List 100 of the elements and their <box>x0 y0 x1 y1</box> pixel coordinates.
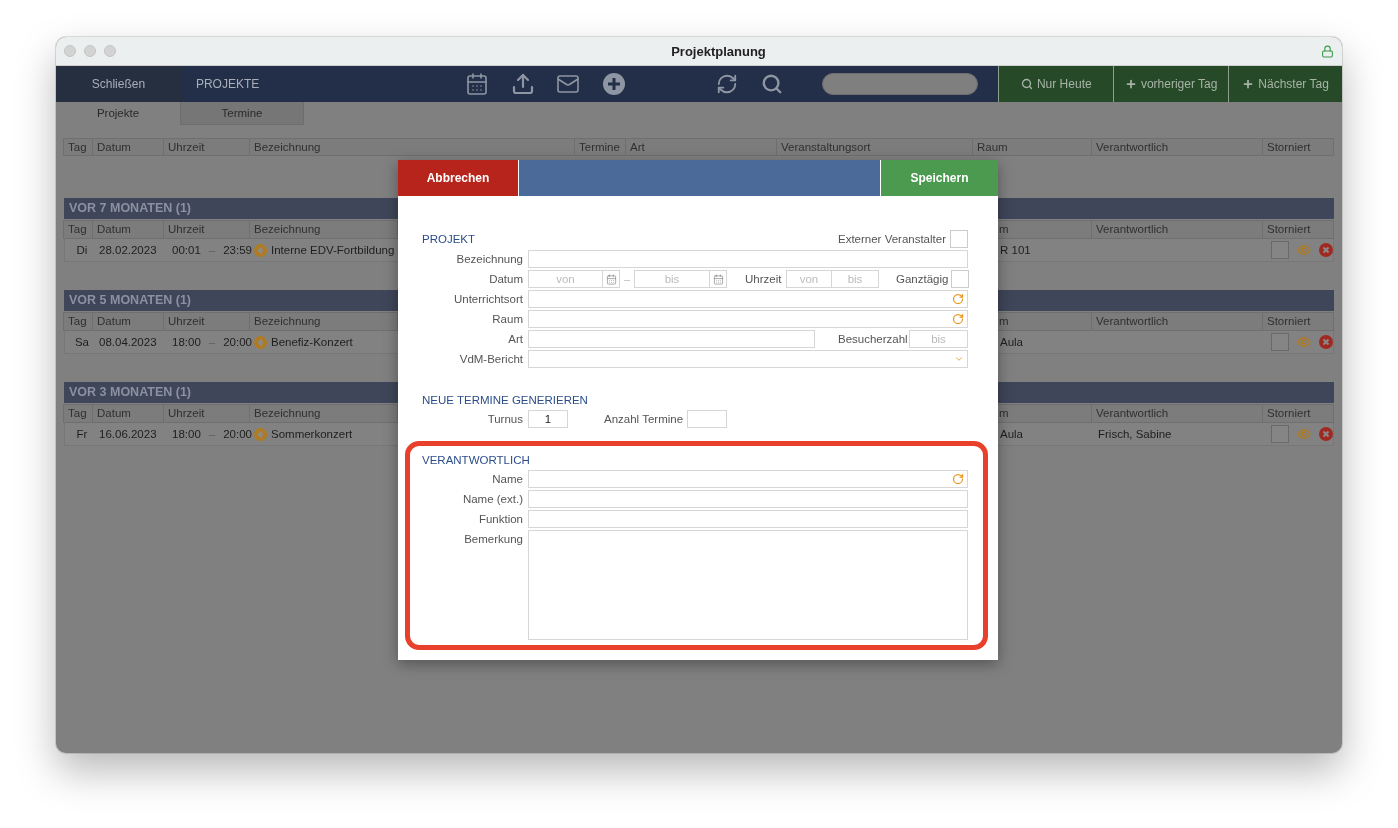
close-button[interactable]: Schließen <box>56 66 181 102</box>
interval-field[interactable]: 1 <box>528 410 568 428</box>
column-header: Bezeichnung <box>249 220 398 239</box>
calendar-button[interactable] <box>710 270 727 288</box>
calendar-icon <box>712 273 724 285</box>
field-label: Uhrzeit <box>745 273 783 285</box>
number-field[interactable]: bis <box>909 330 968 348</box>
column-header: Uhrzeit <box>163 312 250 331</box>
search-field[interactable] <box>822 73 979 95</box>
time-text: 18:00 <box>172 335 201 350</box>
day-button[interactable]: Nur Heute <box>998 66 1114 102</box>
column-header: Uhrzeit <box>163 138 250 156</box>
table-cell-text: 28.02.2023 <box>98 243 158 258</box>
minimize-button[interactable] <box>84 45 96 57</box>
field-label: VdM-Bericht <box>458 352 523 367</box>
arrow-left-icon <box>254 243 267 257</box>
save-button[interactable]: Speichern <box>881 160 998 196</box>
column-header: Veranstaltungsort <box>776 138 973 156</box>
column-header: Datum <box>92 312 164 331</box>
search-icon <box>761 73 784 95</box>
column-header: Termine <box>574 138 626 156</box>
lookup-field[interactable] <box>528 290 968 308</box>
cancel-button[interactable]: Abbrechen <box>398 160 518 196</box>
lookup-field[interactable] <box>528 310 968 328</box>
refresh-icon <box>952 473 964 485</box>
column-header: Verantwortlich <box>1091 312 1263 331</box>
text-area[interactable] <box>528 530 968 640</box>
time-field[interactable]: bis <box>832 270 879 288</box>
text-field[interactable] <box>528 510 968 528</box>
section-title: PROJEKTE <box>194 77 261 91</box>
delete-icon[interactable] <box>1319 427 1333 441</box>
column-header: Tag <box>63 138 93 156</box>
table-cell-text: Fr <box>75 427 89 442</box>
checkbox[interactable] <box>1271 241 1289 259</box>
column-header: Tag <box>63 404 93 423</box>
table-cell-text: Sa <box>73 335 91 350</box>
lookup-field[interactable] <box>528 470 968 488</box>
time-field[interactable]: von <box>786 270 832 288</box>
table-cell-text: Aula <box>1000 427 1024 442</box>
field-label: Bemerkung <box>463 532 523 547</box>
column-header: Tag <box>63 220 93 239</box>
arrow-left-icon <box>254 335 267 349</box>
separator: – <box>622 273 632 285</box>
text-field[interactable] <box>528 330 815 348</box>
delete-icon[interactable] <box>1319 243 1333 257</box>
zoom-button[interactable] <box>104 45 116 57</box>
time-text: 20:00 <box>223 427 252 442</box>
section-title: NEUE TERMINE GENERIEREN <box>422 393 588 406</box>
field-label: Art <box>507 332 523 347</box>
column-header: Bezeichnung <box>249 312 398 331</box>
field-label: Unterrichtsort <box>452 292 523 307</box>
date-field[interactable]: von <box>528 270 603 288</box>
sync-icon <box>716 73 739 95</box>
separator: – <box>207 243 217 258</box>
field-label: Anzahl Termine <box>604 413 685 425</box>
section-title: VERANTWORTLICH <box>422 453 530 466</box>
tab[interactable]: Termine <box>180 102 304 125</box>
column-header: Bezeichnung <box>249 138 575 156</box>
column-header: Verantwortlich <box>1091 404 1263 423</box>
table-cell-text: 08.04.2023 <box>98 335 158 350</box>
table-cell-text: Aula <box>1000 335 1024 350</box>
field-label: Besucherzahl <box>838 333 909 345</box>
column-header: Storniert <box>1262 312 1334 331</box>
close-window-button[interactable] <box>64 45 76 57</box>
separator: – <box>207 427 217 442</box>
column-header: Storniert <box>1262 138 1334 156</box>
column-header: Datum <box>92 404 164 423</box>
calendar-icon <box>464 72 489 96</box>
table-cell-text: Frisch, Sabine <box>1098 427 1172 442</box>
time-text: 18:00 <box>172 427 201 442</box>
delete-icon[interactable] <box>1319 335 1333 349</box>
column-header: Bezeichnung <box>249 404 398 423</box>
checkbox[interactable] <box>1271 425 1289 443</box>
table-cell-text: 16.06.2023 <box>98 427 158 442</box>
refresh-icon <box>952 293 964 305</box>
time-text: 20:00 <box>223 335 252 350</box>
calendar-icon <box>605 273 617 285</box>
field-label: Bezeichnung <box>455 252 523 267</box>
field-label: Datum <box>488 272 523 287</box>
field-label: Raum <box>491 312 523 327</box>
field-label: Name (ext.) <box>461 492 523 507</box>
text-field[interactable] <box>528 490 968 508</box>
refresh-icon <box>952 313 964 325</box>
checkbox[interactable] <box>1271 333 1289 351</box>
chevron-down-icon <box>954 354 964 364</box>
field-label: Name <box>491 472 523 487</box>
calendar-button[interactable] <box>603 270 620 288</box>
date-field[interactable]: bis <box>634 270 710 288</box>
separator: – <box>207 335 217 350</box>
day-button[interactable]: vorheriger Tag <box>1113 66 1229 102</box>
day-button[interactable]: Nächster Tag <box>1228 66 1342 102</box>
eye-icon <box>1297 335 1311 349</box>
add-icon <box>602 72 627 96</box>
count-field[interactable] <box>687 410 727 428</box>
upload-icon <box>510 72 535 96</box>
window-title: Projektplanung <box>670 43 767 59</box>
column-header: Verantwortlich <box>1091 138 1263 156</box>
text-field[interactable] <box>528 250 968 268</box>
search-icon <box>1020 78 1033 90</box>
dropdown-field[interactable] <box>528 350 968 368</box>
